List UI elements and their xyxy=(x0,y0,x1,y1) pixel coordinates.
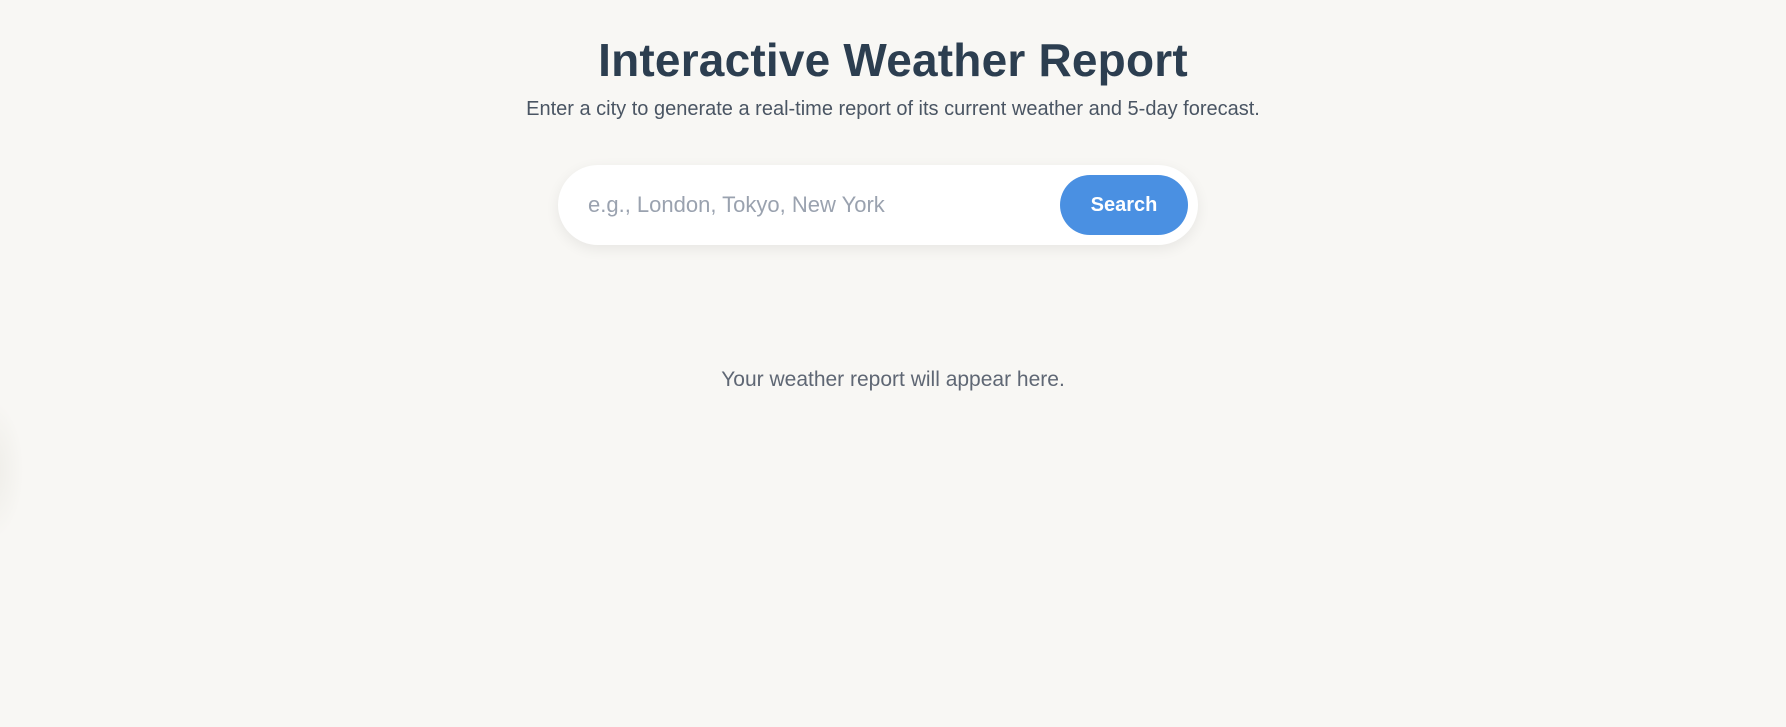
search-button[interactable]: Search xyxy=(1060,175,1188,235)
page-header: Interactive Weather Report Enter a city … xyxy=(0,30,1786,122)
city-search-input[interactable] xyxy=(588,183,1058,227)
page-subtitle: Enter a city to generate a real-time rep… xyxy=(526,98,1260,120)
search-bar: Search xyxy=(558,165,1198,245)
background-shade xyxy=(0,400,24,540)
weather-app-page: Interactive Weather Report Enter a city … xyxy=(0,0,1786,727)
page-title: Interactive Weather Report xyxy=(598,34,1188,86)
weather-report-placeholder: Your weather report will appear here. xyxy=(721,368,1065,391)
